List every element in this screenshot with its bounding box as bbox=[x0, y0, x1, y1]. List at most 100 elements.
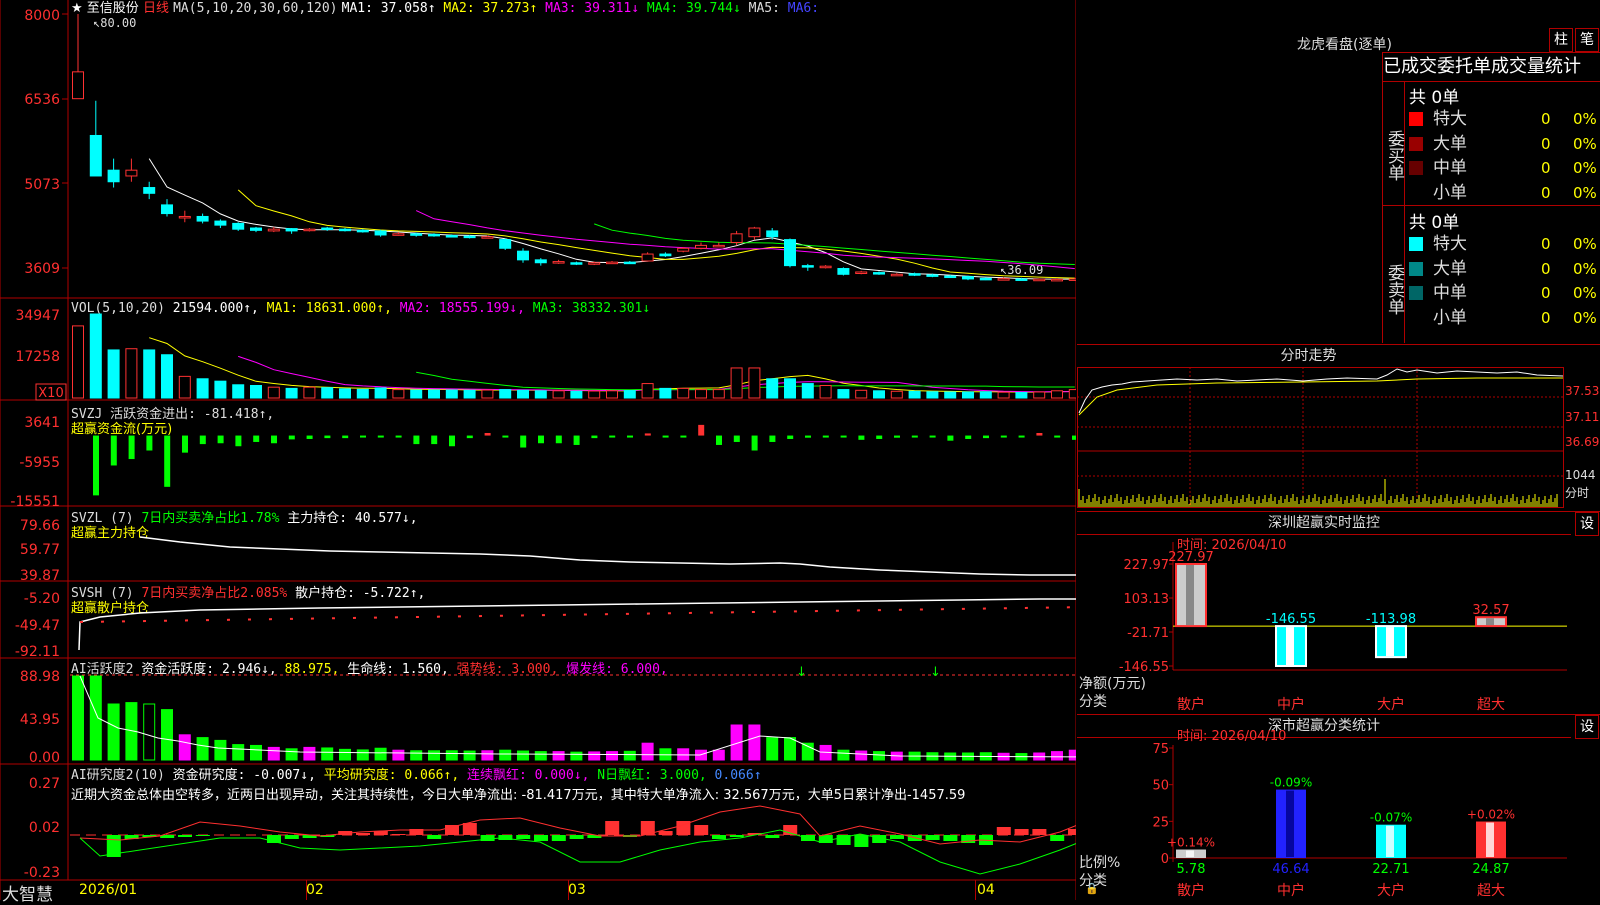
monitor-bar-shine bbox=[1286, 627, 1294, 665]
svzj-bar bbox=[484, 432, 491, 436]
stats-tick-label: 0 bbox=[1161, 852, 1169, 867]
svzj-bar bbox=[822, 435, 829, 438]
intraday-tick-label: 36.69 bbox=[1565, 435, 1599, 449]
svzj-bar bbox=[217, 435, 224, 444]
candle-body bbox=[855, 271, 868, 274]
stats-bar-shine bbox=[1386, 825, 1394, 857]
volume-bar bbox=[1015, 391, 1028, 399]
volume-bar bbox=[784, 378, 796, 399]
order-row: 中单 0 0% bbox=[1409, 156, 1600, 181]
ai1-bars bbox=[72, 675, 1076, 761]
svzj-bar bbox=[199, 435, 206, 445]
svzj-tick-label: -5955 bbox=[19, 455, 60, 471]
ai2-tick-label: 0.02 bbox=[29, 820, 60, 836]
activity-bar bbox=[837, 749, 850, 761]
activity-bar bbox=[107, 703, 120, 761]
candle-body bbox=[374, 230, 387, 236]
candle-body bbox=[232, 222, 245, 230]
activity-bar bbox=[143, 703, 156, 761]
vol-tick-label: 34947 bbox=[15, 308, 60, 324]
header-item: MA1: 18631.000↑, bbox=[259, 301, 392, 316]
star-icon[interactable]: ★ bbox=[71, 1, 83, 16]
activity-bar bbox=[855, 750, 868, 761]
stats-panel: 深市超赢分类统计 设 75 50 25 0 时间: 2026/04/10 比例% 分类 +0.… bbox=[1077, 715, 1600, 900]
volume-bar bbox=[356, 388, 369, 399]
tick-view-button[interactable]: 笔 bbox=[1575, 28, 1599, 52]
svzj-bar bbox=[466, 435, 473, 439]
volume-bar bbox=[534, 390, 547, 399]
order-percent: 0% bbox=[1573, 308, 1597, 327]
ma-line bbox=[594, 223, 1075, 265]
svzj-bar bbox=[769, 435, 776, 442]
svzj-bar bbox=[805, 435, 811, 438]
volume-bar bbox=[410, 389, 423, 399]
volume-bar bbox=[1033, 391, 1046, 399]
svzj-tick-label: -15551 bbox=[10, 494, 60, 510]
volume-bar bbox=[161, 354, 173, 399]
stats-bar-shine bbox=[1486, 822, 1494, 857]
svzj-bar bbox=[306, 435, 313, 439]
activity-bar bbox=[392, 749, 405, 761]
activity-bar bbox=[712, 749, 725, 761]
date-tick-label: 02 bbox=[306, 882, 324, 898]
candle-body bbox=[997, 278, 1010, 281]
right-panel: 龙虎看盘(逐单) 柱 笔 已成交委托单成交量统计 委买单 共 0单 特大 0 0% 大… bbox=[1077, 0, 1600, 900]
research-bar bbox=[729, 835, 744, 837]
svzj-bar bbox=[858, 435, 865, 440]
order-percent: 0% bbox=[1573, 284, 1597, 302]
research-bar bbox=[462, 823, 477, 835]
column-view-button[interactable]: 柱 bbox=[1549, 28, 1573, 52]
axis-ticks bbox=[62, 13, 68, 269]
header-item: MA1: 37.058↑ bbox=[342, 1, 436, 16]
svzj-subtitle: 超赢资金流(万元) bbox=[71, 421, 172, 437]
svzj-bar bbox=[983, 435, 989, 439]
volume-bar bbox=[766, 378, 779, 399]
period-label[interactable]: 日线 bbox=[143, 1, 169, 16]
svzj-bar bbox=[929, 435, 936, 438]
candle-body bbox=[606, 261, 618, 265]
intraday-panel[interactable]: 分时走势 37.53 37.11 36.69 1044 分时 bbox=[1077, 345, 1600, 512]
volume-bar bbox=[463, 389, 476, 399]
research-bar bbox=[712, 835, 726, 839]
svzj-bar bbox=[609, 435, 616, 438]
order-type: 小单 bbox=[1433, 307, 1467, 328]
candle-body bbox=[392, 233, 405, 236]
candle-body bbox=[748, 227, 761, 238]
svzj-bar bbox=[698, 424, 705, 436]
stats-bar-shine bbox=[1286, 790, 1294, 857]
volume-bar bbox=[606, 390, 618, 399]
intraday-tick-label: 37.11 bbox=[1565, 410, 1599, 424]
svzj-bar bbox=[840, 435, 847, 438]
stats-category: 超大 bbox=[1477, 883, 1505, 899]
candle-body bbox=[926, 274, 939, 277]
high-price-mark: ↖80.00 bbox=[93, 16, 136, 30]
volume-bar bbox=[623, 390, 636, 399]
volume-bar bbox=[232, 384, 245, 399]
order-row: 中单 0 0% bbox=[1409, 281, 1600, 306]
date-divider bbox=[568, 880, 569, 900]
candle-body bbox=[766, 230, 779, 238]
svzj-bar bbox=[965, 435, 972, 439]
header-item: 连续飘红: 0.000↓, bbox=[459, 767, 589, 783]
vol-ma-line bbox=[416, 371, 1075, 391]
svzl-subtitle: 超赢主力持仓 bbox=[71, 525, 149, 541]
research-bar bbox=[605, 821, 620, 835]
price-tick-label: 3609 bbox=[24, 261, 60, 277]
header-item: MA5: bbox=[741, 1, 788, 16]
stats-tick-label: 75 bbox=[1152, 742, 1169, 757]
main-kline-area[interactable]: 8000 6536 5073 3609 ★ 至信股份 日线 MA(5,10,20… bbox=[0, 0, 1076, 900]
svzj-bar bbox=[128, 435, 135, 460]
activity-bar bbox=[250, 744, 262, 761]
lhkp-panel: 龙虎看盘(逐单) 柱 笔 已成交委托单成交量统计 委买单 共 0单 特大 0 0% 大… bbox=[1077, 0, 1600, 345]
svzj-bar bbox=[911, 435, 918, 438]
svzj-bar bbox=[253, 435, 260, 442]
monitor-chart: 227.97103.13-21.71-146.55时间: 2026/04/10净… bbox=[1079, 538, 1567, 713]
volume-bar bbox=[107, 349, 120, 399]
stats-change-label: +0.02% bbox=[1467, 808, 1515, 822]
research-bar bbox=[284, 835, 299, 839]
research-bar bbox=[1050, 835, 1065, 841]
ai2-tick-label: -0.23 bbox=[24, 865, 60, 881]
svzj-bar bbox=[413, 435, 420, 445]
activity-bar bbox=[89, 675, 102, 761]
analysis-note: 近期大资金总体由空转多，近两日出现异动，关注其持续性，今日大单净流出: -81.… bbox=[71, 787, 965, 803]
